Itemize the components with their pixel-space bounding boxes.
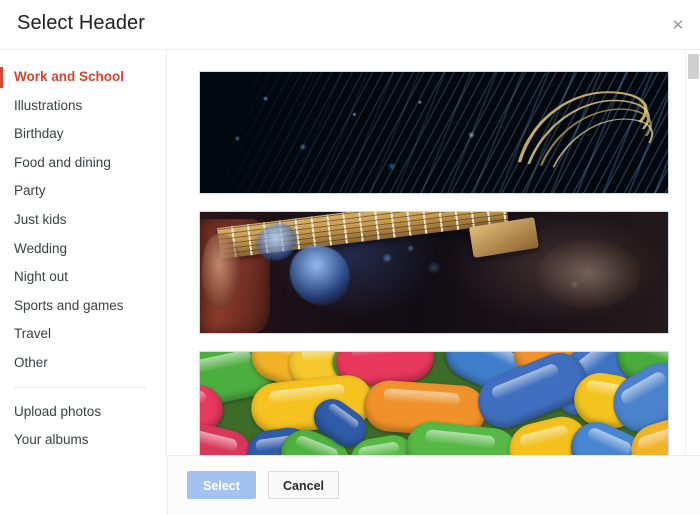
page-title: Select Header bbox=[17, 12, 146, 34]
sidebar-item-travel[interactable]: Travel bbox=[0, 320, 166, 349]
category-list: Work and School Illustrations Birthday F… bbox=[0, 50, 166, 378]
header-thumbnail-candy[interactable] bbox=[199, 351, 669, 455]
dialog-body: Work and School Illustrations Birthday F… bbox=[0, 50, 700, 455]
sidebar-item-night-out[interactable]: Night out bbox=[0, 263, 166, 292]
category-sidebar: Work and School Illustrations Birthday F… bbox=[0, 50, 167, 455]
sidebar-item-sports-and-games[interactable]: Sports and games bbox=[0, 292, 166, 321]
sidebar-item-just-kids[interactable]: Just kids bbox=[0, 206, 166, 235]
cancel-button[interactable]: Cancel bbox=[268, 471, 339, 499]
sidebar-item-party[interactable]: Party bbox=[0, 177, 166, 206]
sidebar-item-label: Travel bbox=[14, 326, 52, 342]
sidebar-item-your-albums[interactable]: Your albums bbox=[0, 426, 166, 455]
sidebar-item-food-and-dining[interactable]: Food and dining bbox=[0, 149, 166, 178]
sidebar-item-upload-photos[interactable]: Upload photos bbox=[0, 398, 166, 427]
select-button[interactable]: Select bbox=[187, 471, 256, 499]
lens-flare bbox=[536, 238, 640, 309]
sidebar-item-label: Food and dining bbox=[14, 154, 111, 170]
sidebar-item-label: Upload photos bbox=[14, 403, 102, 419]
gold-cable-icon bbox=[517, 90, 654, 168]
close-icon[interactable]: ✕ bbox=[666, 14, 690, 38]
sidebar-item-label: Party bbox=[14, 183, 46, 199]
thumbnail-image-guitar bbox=[200, 212, 668, 333]
gallery-scrollbar-thumb[interactable] bbox=[688, 54, 699, 79]
sidebar-item-label: Other bbox=[14, 354, 48, 370]
sidebar-item-label: Your albums bbox=[14, 432, 89, 448]
sidebar-item-label: Wedding bbox=[14, 240, 68, 256]
sidebar-item-wedding[interactable]: Wedding bbox=[0, 235, 166, 264]
header-thumbnail-guitar[interactable] bbox=[199, 211, 669, 334]
thumbnail-image-fiber-optics bbox=[200, 72, 668, 193]
dialog-footer: Select Cancel bbox=[168, 455, 700, 515]
sidebar-item-label: Illustrations bbox=[14, 97, 83, 113]
sidebar-item-label: Just kids bbox=[14, 211, 67, 227]
gallery-scroll-area bbox=[168, 50, 700, 455]
dialog-header: Select Header ✕ bbox=[0, 0, 700, 50]
thumbnail-image-candy bbox=[200, 352, 668, 455]
gallery-scrollbar[interactable] bbox=[685, 50, 700, 455]
select-header-dialog: Select Header ✕ Work and School Illustra… bbox=[0, 0, 700, 515]
sidebar-item-work-and-school[interactable]: Work and School bbox=[0, 63, 166, 92]
sidebar-item-label: Night out bbox=[14, 269, 69, 285]
header-thumbnail-fiber-optics[interactable] bbox=[199, 71, 669, 194]
sidebar-item-illustrations[interactable]: Illustrations bbox=[0, 92, 166, 121]
sidebar-item-label: Work and School bbox=[14, 69, 125, 84]
sidebar-item-label: Sports and games bbox=[14, 297, 124, 313]
sidebar-item-birthday[interactable]: Birthday bbox=[0, 120, 166, 149]
sidebar-item-label: Birthday bbox=[14, 126, 64, 142]
sidebar-secondary-list: Upload photos Your albums bbox=[0, 388, 166, 455]
sidebar-item-other[interactable]: Other bbox=[0, 349, 166, 378]
header-gallery bbox=[168, 50, 700, 455]
footer-sidebar-filler bbox=[0, 455, 168, 515]
